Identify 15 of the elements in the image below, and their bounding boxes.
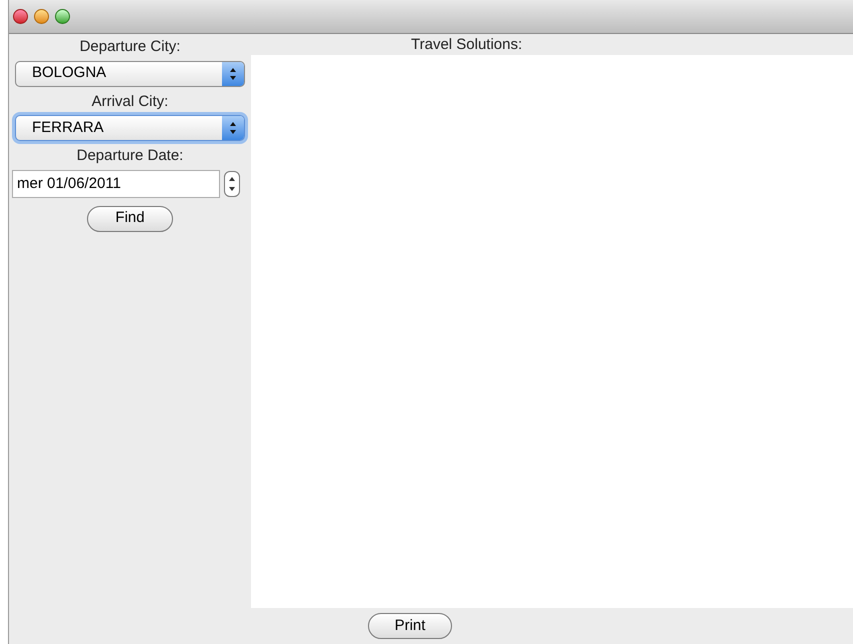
city-dropdown[interactable]: FERRARA [15, 115, 245, 141]
field-label: Departure City: [80, 37, 180, 57]
minimize-icon[interactable] [34, 9, 49, 24]
stepper-icon[interactable] [224, 170, 240, 196]
zoom-icon[interactable] [55, 9, 70, 24]
panel-title: Travel Solutions: [410, 35, 524, 55]
date-field[interactable]: mer 01/06/2011 [12, 170, 220, 198]
print-button[interactable]: Print [368, 613, 452, 639]
city-dropdown[interactable]: BOLOGNA [15, 60, 245, 86]
close-icon[interactable] [13, 9, 28, 24]
field-label: Arrival City: [92, 92, 168, 112]
up-down-arrows-icon [229, 120, 237, 136]
up-down-arrows-icon [229, 66, 237, 82]
field-label: Departure Date: [76, 146, 184, 166]
find-button[interactable]: Find [87, 206, 173, 232]
